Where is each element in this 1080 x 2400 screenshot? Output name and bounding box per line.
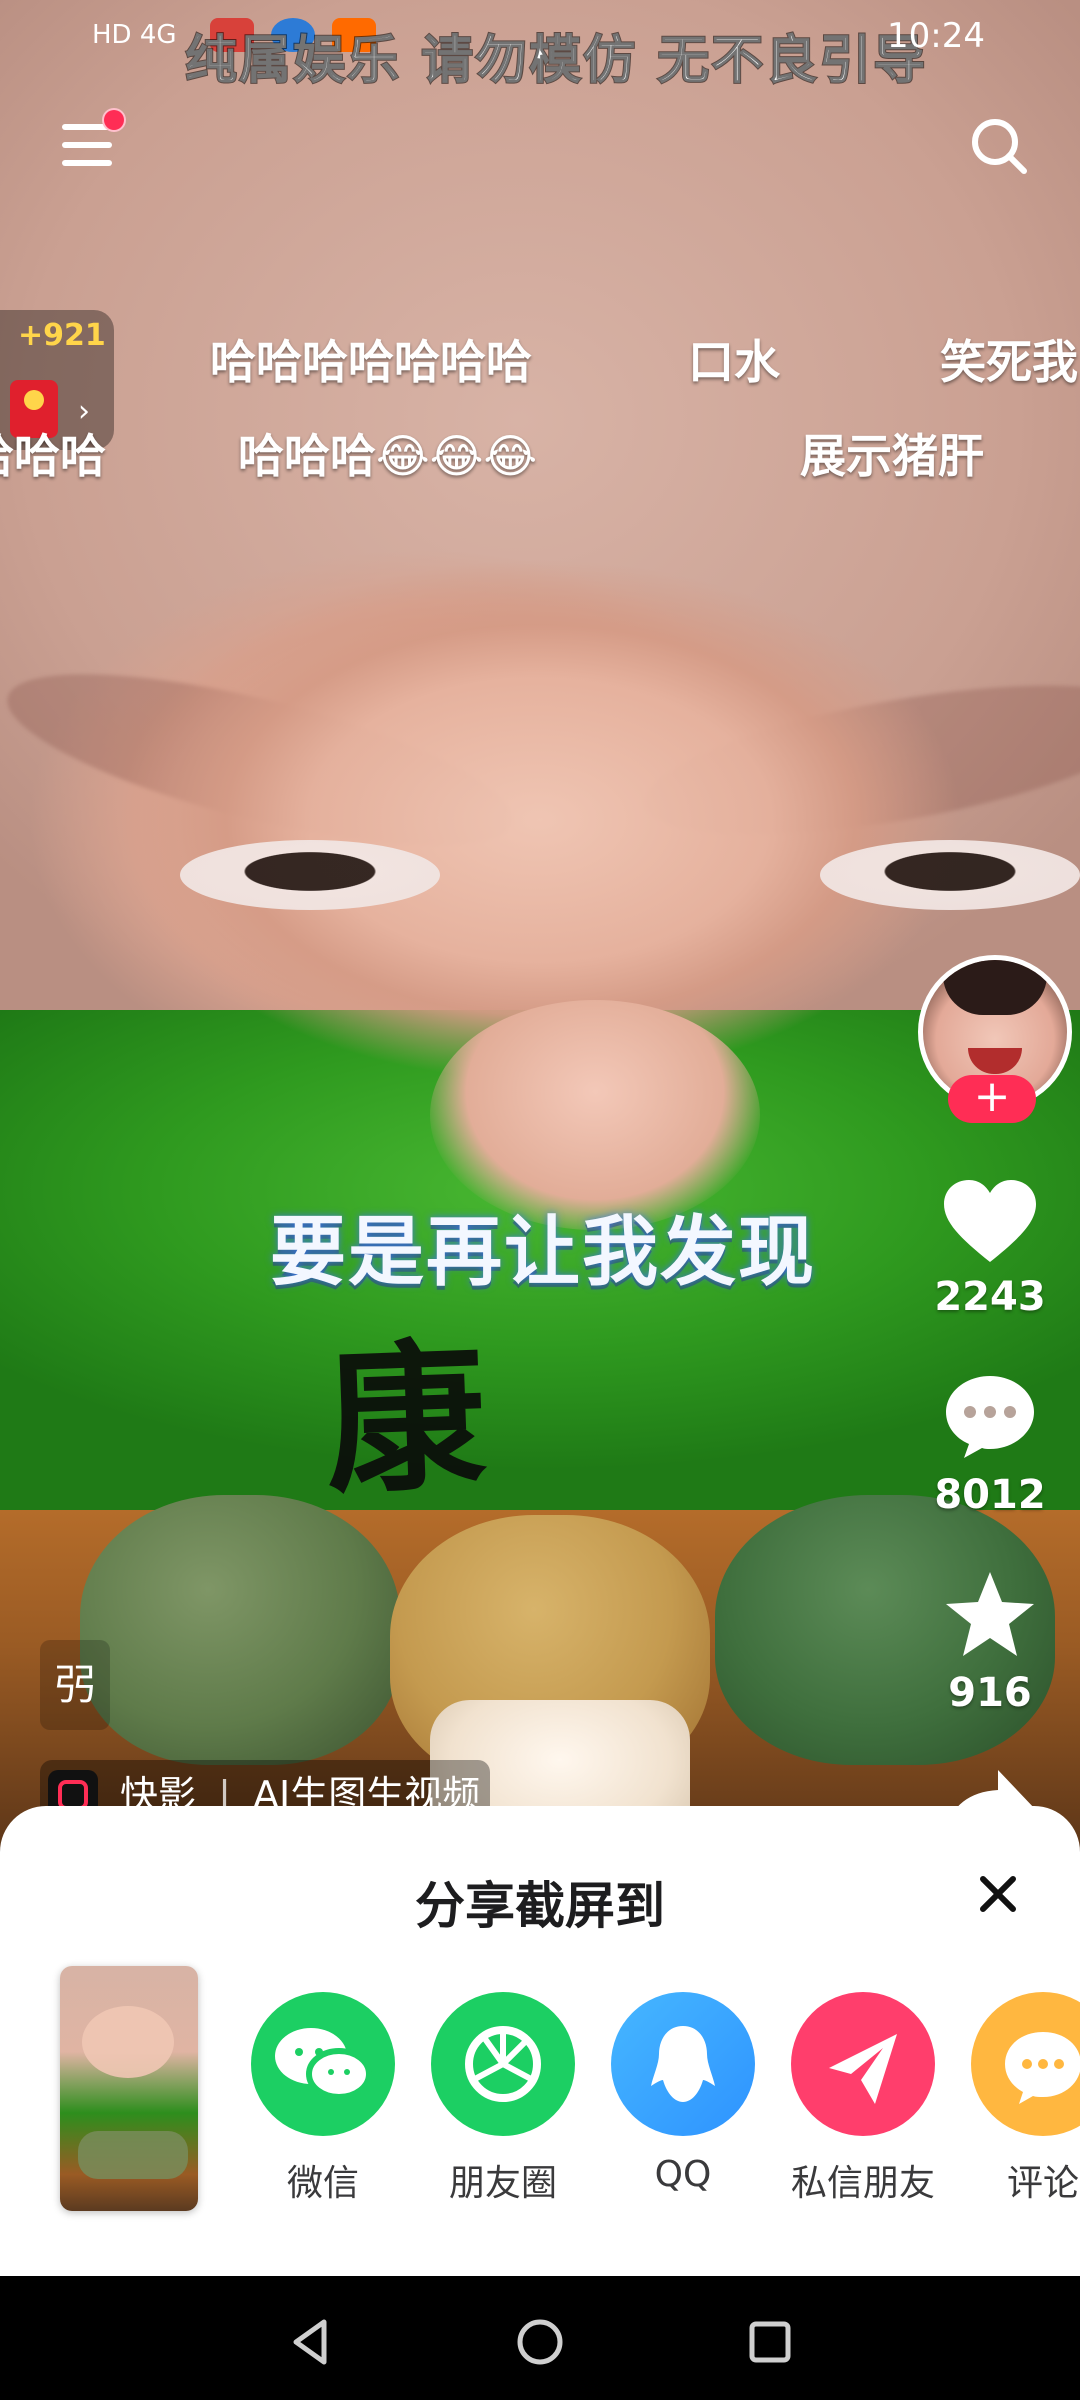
- like-count: 2243: [934, 1274, 1046, 1320]
- moments-icon: [431, 1992, 575, 2136]
- comment-icon: [946, 1376, 1034, 1458]
- notification-dot: [102, 108, 126, 132]
- comment-count: 8012: [934, 1472, 1046, 1518]
- favorite-button[interactable]: 916: [930, 1568, 1050, 1716]
- danmaku-item: 哈哈哈哈哈哈哈: [210, 335, 532, 389]
- share-target-wechat[interactable]: 微信: [248, 1992, 398, 2206]
- comment-button[interactable]: 8012: [930, 1372, 1050, 1518]
- share-sheet-title: 分享截屏到: [415, 1877, 665, 1935]
- danmaku-item: 哈哈哈: [0, 429, 106, 483]
- back-icon[interactable]: [280, 2312, 340, 2372]
- status-left-text: HD 4G: [92, 20, 177, 50]
- send-icon: [791, 1992, 935, 2136]
- eye-right: [820, 840, 1080, 910]
- share-target-comment[interactable]: 评论: [968, 1992, 1080, 2206]
- screenshot-thumbnail[interactable]: [60, 1966, 198, 2211]
- eye-left: [180, 840, 440, 910]
- home-icon[interactable]: [510, 2312, 570, 2372]
- follow-button[interactable]: +: [948, 1075, 1036, 1123]
- share-target-label: 私信朋友: [790, 2163, 935, 2204]
- favorite-count: 916: [948, 1670, 1032, 1716]
- danmaku-item: 哈哈哈😂😂😂: [238, 429, 538, 483]
- video-subtitle: 要是再让我发现: [270, 1207, 816, 1296]
- status-time: 10:24: [887, 16, 985, 56]
- close-icon[interactable]: [975, 1871, 1021, 1917]
- share-target-qq[interactable]: QQ: [608, 1992, 758, 2195]
- share-target-private-message[interactable]: 私信朋友: [788, 1992, 938, 2206]
- danmaku-item: 展示猪肝: [800, 429, 984, 483]
- shirt-text: 康: [322, 1323, 489, 1516]
- wechat-icon: [251, 1992, 395, 2136]
- green-frog-cake: [80, 1495, 400, 1765]
- share-target-label: 朋友圈: [448, 2163, 557, 2204]
- star-icon: [946, 1572, 1034, 1656]
- share-target-label: 微信: [286, 2163, 359, 2204]
- share-sheet: 分享截屏到 微信 朋友圈 QQ 私信朋友 评论: [0, 1806, 1080, 2276]
- comment-icon: [971, 1992, 1080, 2136]
- recent-apps-icon[interactable]: [740, 2312, 800, 2372]
- search-icon[interactable]: [968, 115, 1030, 177]
- like-button[interactable]: 2243: [930, 1178, 1050, 1320]
- watermark: 弜: [40, 1640, 110, 1730]
- share-target-label: 评论: [1006, 2163, 1079, 2204]
- status-bar: HD 4G 纯属娱乐 请勿模仿 无不良引导 10:24: [0, 0, 1080, 92]
- danmaku-item: 口水: [688, 335, 780, 389]
- video-disclaimer: 纯属娱乐 请勿模仿 无不良引导: [184, 30, 928, 92]
- reward-count: +921: [18, 318, 106, 353]
- share-target-moments[interactable]: 朋友圈: [428, 1992, 578, 2206]
- qq-icon: [611, 1992, 755, 2136]
- system-nav-bar: [0, 2276, 1080, 2400]
- share-target-label: QQ: [654, 2154, 712, 2195]
- danmaku-item: 笑死我: [940, 335, 1078, 389]
- heart-icon: [944, 1180, 1036, 1262]
